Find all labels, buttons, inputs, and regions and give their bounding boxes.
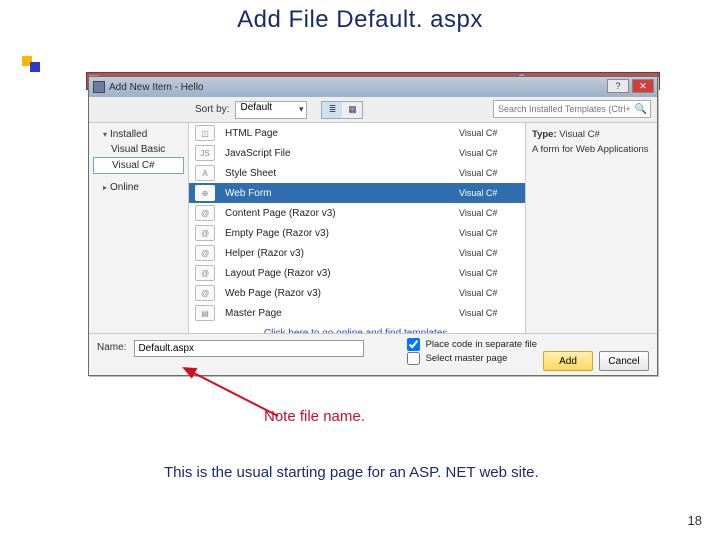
template-language: Visual C# bbox=[459, 168, 519, 178]
dialog-title: Add New Item - Hello bbox=[109, 82, 203, 93]
template-icon: @ bbox=[195, 225, 215, 241]
annotation-note: Note file name. bbox=[264, 408, 365, 425]
template-row[interactable]: @ Helper (Razor v3)Visual C# bbox=[189, 243, 525, 263]
name-label: Name: bbox=[97, 340, 126, 353]
template-name: Web Form bbox=[225, 188, 459, 199]
tree-installed[interactable]: Installed bbox=[93, 127, 184, 142]
template-language: Visual C# bbox=[459, 248, 519, 258]
slide-title: Add File Default. aspx bbox=[0, 0, 720, 38]
template-details: Type: Visual C# A form for Web Applicati… bbox=[525, 123, 657, 333]
template-icon: @ bbox=[195, 265, 215, 281]
template-row[interactable]: A Style SheetVisual C# bbox=[189, 163, 525, 183]
select-master-page-box[interactable] bbox=[407, 352, 420, 365]
place-code-separate-checkbox[interactable]: Place code in separate file bbox=[407, 338, 537, 352]
template-name: Master Page bbox=[225, 308, 459, 319]
template-icon: @ bbox=[195, 285, 215, 301]
tree-visual-csharp[interactable]: Visual C# bbox=[93, 157, 184, 174]
sort-by-label: Sort by: bbox=[195, 104, 229, 115]
dialog-footer: Name: Place code in separate file Select… bbox=[89, 333, 657, 375]
online-templates-link-row: Click here to go online and find templat… bbox=[189, 323, 525, 333]
template-icon: ▤ bbox=[195, 305, 215, 321]
select-master-page-checkbox[interactable]: Select master page bbox=[407, 352, 537, 366]
template-row[interactable]: JS JavaScript FileVisual C# bbox=[189, 143, 525, 163]
add-button[interactable]: Add bbox=[543, 351, 593, 371]
template-list: ◫HTML PageVisual C#JSJavaScript FileVisu… bbox=[189, 123, 525, 333]
type-description: A form for Web Applications bbox=[532, 144, 651, 155]
dialog-toolbar: Sort by: Default ≣ ▦ 🔍 bbox=[89, 97, 657, 123]
cancel-button[interactable]: Cancel bbox=[599, 351, 649, 371]
template-icon: ◫ bbox=[195, 125, 215, 141]
template-search-input[interactable] bbox=[494, 104, 650, 114]
slide-explanation: This is the usual starting page for an A… bbox=[164, 464, 539, 481]
template-language: Visual C# bbox=[459, 188, 519, 198]
type-value: Visual C# bbox=[559, 129, 600, 140]
dialog-titlebar: Add New Item - Hello ? ✕ bbox=[89, 77, 657, 97]
template-name: HTML Page bbox=[225, 128, 459, 139]
view-list-icon[interactable]: ≣ bbox=[322, 102, 342, 118]
tree-visual-basic[interactable]: Visual Basic bbox=[93, 142, 184, 157]
template-name: Layout Page (Razor v3) bbox=[225, 268, 459, 279]
template-row[interactable]: ▤ Master PageVisual C# bbox=[189, 303, 525, 323]
template-language: Visual C# bbox=[459, 288, 519, 298]
template-row[interactable]: @ Content Page (Razor v3)Visual C# bbox=[189, 203, 525, 223]
search-icon: 🔍 bbox=[635, 104, 647, 115]
category-tree: Installed Visual Basic Visual C# Online bbox=[89, 123, 189, 333]
view-grid-icon[interactable]: ▦ bbox=[342, 102, 362, 118]
template-icon: @ bbox=[195, 205, 215, 221]
template-language: Visual C# bbox=[459, 128, 519, 138]
close-button[interactable]: ✕ bbox=[632, 79, 654, 93]
template-name: Helper (Razor v3) bbox=[225, 248, 459, 259]
template-row[interactable]: ⊕ Web FormVisual C# bbox=[189, 183, 525, 203]
template-language: Visual C# bbox=[459, 228, 519, 238]
template-name: Style Sheet bbox=[225, 168, 459, 179]
template-name: JavaScript File bbox=[225, 148, 459, 159]
name-input[interactable] bbox=[134, 340, 364, 357]
type-label: Type: bbox=[532, 129, 557, 140]
template-name: Web Page (Razor v3) bbox=[225, 288, 459, 299]
tree-online[interactable]: Online bbox=[93, 180, 184, 195]
template-language: Visual C# bbox=[459, 308, 519, 318]
template-row[interactable]: @ Layout Page (Razor v3)Visual C# bbox=[189, 263, 525, 283]
slide-accent-icon bbox=[22, 56, 46, 64]
template-row[interactable]: @ Empty Page (Razor v3)Visual C# bbox=[189, 223, 525, 243]
sort-by-select[interactable]: Default bbox=[235, 101, 307, 119]
help-button[interactable]: ? bbox=[607, 79, 629, 93]
template-name: Content Page (Razor v3) bbox=[225, 208, 459, 219]
template-icon: @ bbox=[195, 245, 215, 261]
template-row[interactable]: @ Web Page (Razor v3)Visual C# bbox=[189, 283, 525, 303]
template-language: Visual C# bbox=[459, 208, 519, 218]
template-icon: JS bbox=[195, 145, 215, 161]
select-master-page-label: Select master page bbox=[426, 353, 508, 364]
template-name: Empty Page (Razor v3) bbox=[225, 228, 459, 239]
place-code-separate-label: Place code in separate file bbox=[426, 339, 537, 350]
template-icon: A bbox=[195, 165, 215, 181]
template-language: Visual C# bbox=[459, 148, 519, 158]
template-search[interactable]: 🔍 bbox=[493, 100, 651, 118]
template-icon: ⊕ bbox=[195, 185, 215, 201]
view-mode-toggle[interactable]: ≣ ▦ bbox=[321, 101, 363, 119]
template-row[interactable]: ◫ HTML PageVisual C# bbox=[189, 123, 525, 143]
place-code-separate-box[interactable] bbox=[407, 338, 420, 351]
window-icon bbox=[93, 81, 105, 93]
slide-number: 18 bbox=[688, 513, 702, 528]
add-new-item-dialog: Add New Item - Hello ? ✕ Sort by: Defaul… bbox=[88, 76, 658, 376]
template-language: Visual C# bbox=[459, 268, 519, 278]
